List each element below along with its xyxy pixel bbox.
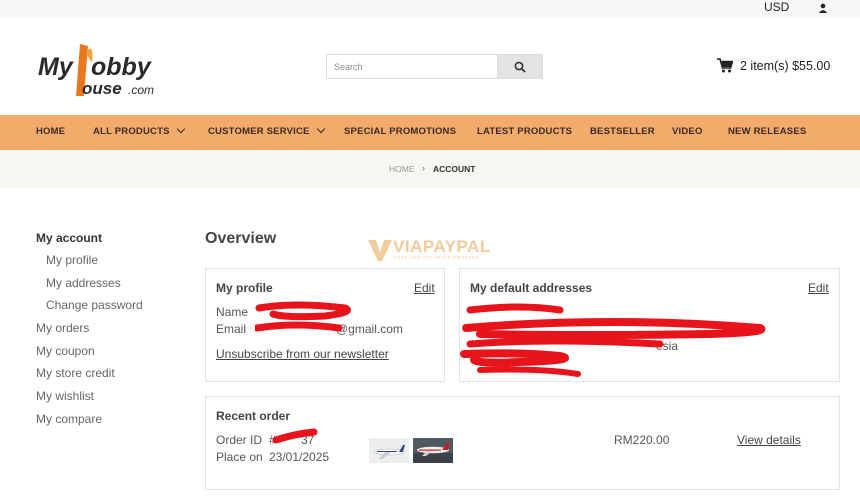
sidebar-item-change-password[interactable]: Change password [46, 298, 143, 312]
watermark-brand: VIAPAYPAL [393, 237, 491, 256]
cart-icon [717, 58, 733, 73]
chevron-down-icon [176, 124, 185, 134]
nav-item-video[interactable]: VIDEO [672, 126, 703, 137]
nav-item-label: BESTSELLER [590, 126, 655, 137]
svg-text:.com: .com [128, 83, 154, 97]
svg-text:obby: obby [91, 53, 152, 81]
watermark-v-icon [368, 240, 392, 261]
address-edit-link[interactable]: Edit [808, 281, 829, 295]
search-button[interactable] [497, 54, 543, 79]
search-input[interactable] [326, 54, 497, 79]
user-icon[interactable] [818, 3, 828, 13]
search-bar [326, 54, 543, 79]
place-on-label: Place on [216, 450, 263, 464]
sidebar-item-my-orders[interactable]: My orders [36, 321, 89, 335]
breadcrumb-separator: › [422, 163, 425, 173]
nav-item-special-promotions[interactable]: SPECIAL PROMOTIONS [344, 126, 456, 137]
sidebar-item-my-addresses[interactable]: My addresses [46, 276, 121, 290]
unsubscribe-newsletter-link[interactable]: Unsubscribe from our newsletter [216, 347, 389, 361]
redaction-mark [272, 428, 318, 444]
top-bar: USD [0, 0, 860, 18]
cart-summary-text: 2 item(s) $55.00 [740, 58, 831, 73]
sidebar-item-my-wishlist[interactable]: My wishlist [36, 389, 94, 403]
nav-item-home[interactable]: HOME [36, 126, 65, 137]
chevron-down-icon [316, 124, 325, 134]
order-id-label: Order ID [216, 433, 263, 447]
breadcrumb-home[interactable]: HOME [389, 164, 415, 174]
profile-name-label: Name [216, 305, 249, 319]
view-details-link[interactable]: View details [737, 433, 801, 447]
nav-item-latest-products[interactable]: LATEST PRODUCTS [477, 126, 572, 137]
profile-email-label: Email [216, 322, 247, 336]
nav-item-label: LATEST PRODUCTS [477, 126, 573, 137]
nav-item-new-releases[interactable]: NEW RELEASES [728, 126, 806, 137]
nav-item-label: HOME [36, 126, 66, 137]
page-title: Overview [205, 230, 277, 247]
sidebar-item-my-compare[interactable]: My compare [36, 412, 102, 426]
cart-summary[interactable]: 2 item(s) $55.00 [717, 58, 830, 73]
product-thumbnail-airliner-white[interactable] [369, 438, 409, 463]
svg-text:My: My [38, 53, 74, 81]
watermark-tagline: FAST AND ACCURATE PROCESS [394, 255, 480, 260]
order-amount: RM220.00 [614, 433, 670, 447]
breadcrumb-current: ACCOUNT [433, 164, 476, 174]
nav-item-bestseller[interactable]: BESTSELLER [590, 126, 655, 137]
product-thumbnail-airliner-red[interactable] [413, 438, 453, 463]
sidebar-item-my-coupon[interactable]: My coupon [36, 344, 95, 358]
sidebar-title[interactable]: My account [36, 231, 102, 245]
main-nav: HOME ALL PRODUCTS CUSTOMER SERVICE SPECI… [0, 115, 860, 150]
nav-item-label: VIDEO [672, 126, 703, 137]
sidebar-item-my-profile[interactable]: My profile [46, 253, 98, 267]
redaction-mark [460, 303, 766, 377]
address-card-title: My default addresses [470, 281, 593, 295]
watermark-logo: VIAPAYPAL FAST AND ACCURATE PROCESS [367, 237, 497, 263]
place-on-value: 23/01/2025 [269, 450, 330, 464]
profile-edit-link[interactable]: Edit [414, 281, 435, 295]
search-icon [514, 61, 526, 73]
nav-item-label: ALL PRODUCTS [93, 126, 170, 137]
site-logo[interactable]: My obby ouse .com [36, 40, 176, 100]
nav-item-label: NEW RELEASES [728, 126, 807, 137]
sidebar-item-my-store-credit[interactable]: My store credit [36, 366, 115, 380]
nav-item-label: SPECIAL PROMOTIONS [344, 126, 457, 137]
redaction-mark [255, 301, 351, 332]
nav-item-label: CUSTOMER SERVICE [208, 126, 310, 137]
nav-item-customer-service[interactable]: CUSTOMER SERVICE [208, 124, 325, 137]
breadcrumb: HOME › ACCOUNT [0, 150, 860, 188]
currency-selector[interactable]: USD [764, 0, 789, 14]
nav-item-all-products[interactable]: ALL PRODUCTS [93, 124, 185, 137]
profile-card-title: My profile [216, 281, 273, 295]
svg-text:ouse: ouse [82, 79, 122, 98]
recent-order-title: Recent order [216, 409, 291, 423]
site-header: My obby ouse .com 2 item(s) $55.00 [0, 18, 860, 115]
